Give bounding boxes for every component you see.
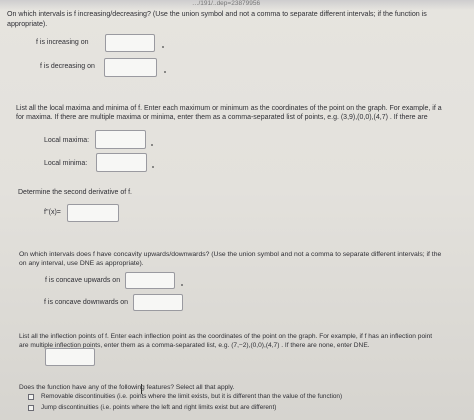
concave-down-input[interactable] — [133, 294, 183, 311]
local-maxima-label: Local maxima: — [44, 137, 90, 144]
q2-prompt-line2: for maxima. If there are multiple maxima… — [16, 114, 428, 121]
second-derivative-input[interactable] — [67, 204, 119, 222]
concave-up-input[interactable] — [125, 272, 175, 289]
increasing-label: f is increasing on — [36, 39, 89, 46]
q6-prompt: Does the function have any of the follow… — [19, 384, 235, 391]
decreasing-period — [164, 71, 166, 73]
text-cursor-icon — [141, 384, 145, 394]
increasing-period — [162, 46, 164, 48]
q4-prompt-line2: on any interval, use DNE as appropriate)… — [19, 260, 144, 267]
inflection-points-input[interactable] — [45, 348, 95, 366]
q5-prompt-line1: List all the inflection points of f. Ent… — [19, 333, 433, 340]
q4-prompt-line1: On which intervals does f have concavity… — [19, 251, 442, 258]
local-maxima-input[interactable] — [95, 130, 146, 149]
q3-prompt: Determine the second derivative of f. — [18, 189, 133, 196]
jump-discontinuities-checkbox[interactable] — [28, 405, 34, 411]
increasing-input[interactable] — [105, 34, 155, 52]
second-derivative-label: f''(x)= — [44, 209, 61, 216]
decreasing-input[interactable] — [104, 58, 157, 77]
concave-up-label: f is concave upwards on — [45, 277, 121, 284]
jump-discontinuities-label: Jump discontinuities (i.e. points where … — [41, 404, 277, 411]
homework-page: …/191/..dep=23879956 On which intervals … — [0, 0, 474, 420]
concave-down-label: f is concave downwards on — [44, 299, 129, 306]
maxima-period — [151, 144, 153, 146]
q1-prompt-line2: appropriate). — [7, 20, 48, 28]
local-minima-label: Local minima: — [44, 160, 88, 167]
removable-discontinuities-checkbox[interactable] — [28, 394, 34, 400]
concave-up-period — [181, 284, 183, 286]
q2-prompt-line1: List all the local maxima and minima of … — [16, 105, 442, 112]
q1-prompt-line1: On which intervals is f increasing/decre… — [7, 10, 427, 18]
decreasing-label: f is decreasing on — [40, 63, 95, 70]
local-minima-input[interactable] — [96, 153, 147, 172]
removable-discontinuities-label: Removable discontinuities (i.e. points w… — [41, 393, 343, 400]
url-fragment: …/191/..dep=23879956 — [192, 0, 261, 7]
minima-period — [152, 166, 154, 168]
